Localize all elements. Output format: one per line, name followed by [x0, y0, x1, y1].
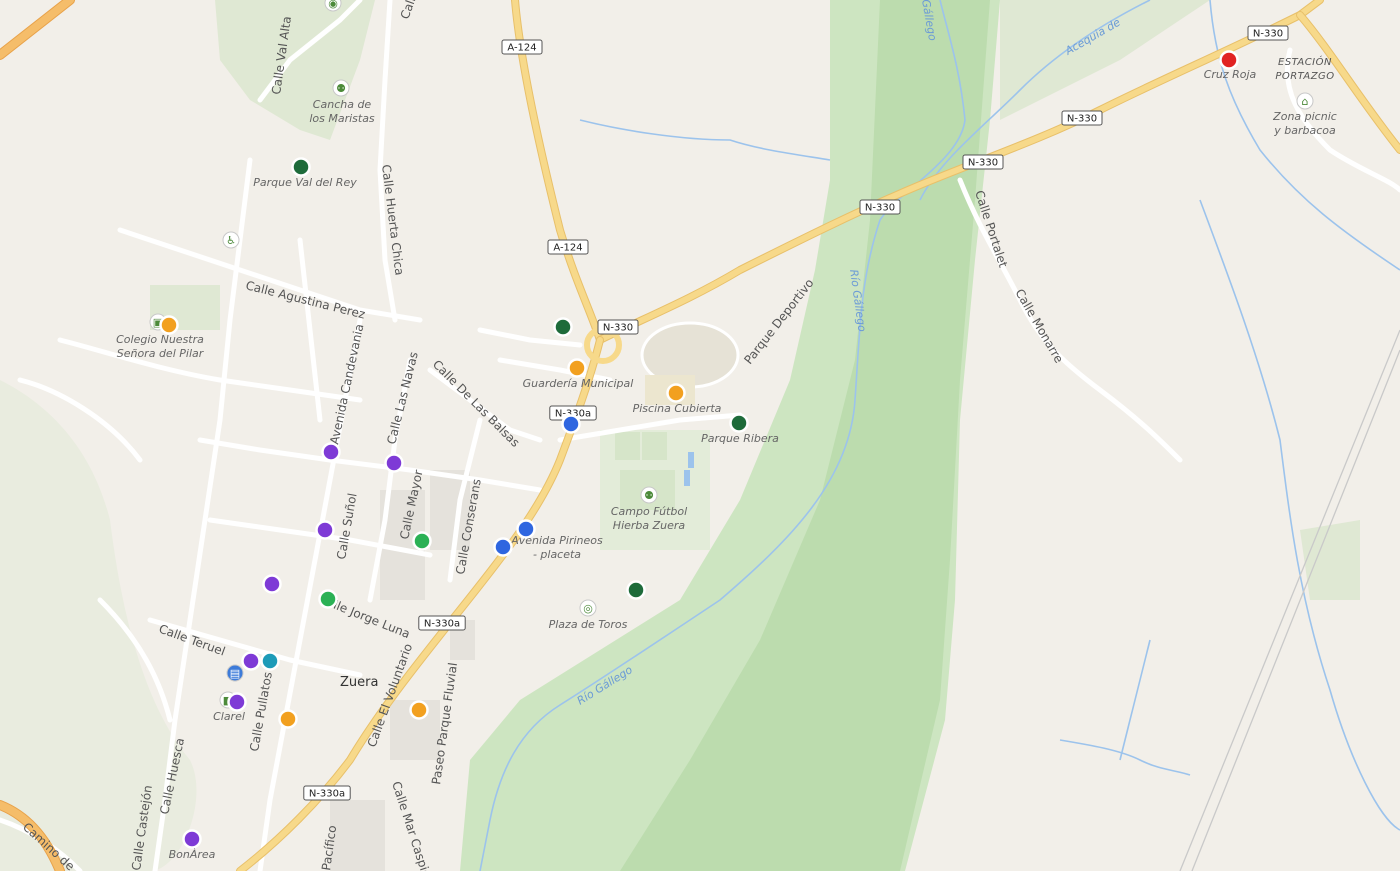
marker-park-toros[interactable] — [626, 580, 646, 600]
svg-text:⚉: ⚉ — [336, 82, 346, 95]
road-shield-n330a-2: N-330a — [418, 615, 466, 631]
svg-text:◎: ◎ — [583, 602, 593, 615]
poi-label-picnic[interactable]: Zona picnic y barbacoa — [1272, 110, 1337, 137]
poi-label-colegio[interactable]: Colegio Nuestra Señora del Pilar — [116, 333, 205, 360]
poi-label-cancha[interactable]: Cancha de los Maristas — [309, 98, 375, 125]
sports-icon[interactable]: ⚉ — [640, 486, 658, 504]
road-shield-n330-2: N-330 — [859, 199, 901, 215]
marker-transport-n330a[interactable] — [561, 414, 581, 434]
place-icon[interactable]: ◉ — [324, 0, 342, 12]
svg-text:▤: ▤ — [230, 667, 240, 680]
road-shield-n330-4: N-330 — [1061, 110, 1103, 126]
marker-leisure-mayor[interactable] — [412, 531, 432, 551]
picnic-icon[interactable]: ⌂ — [1296, 92, 1314, 110]
map-view[interactable]: A-124 A-124 N-330 N-330 N-330 N-330 N-330 N-330… — [0, 0, 1400, 871]
poi-label-cruz-roja[interactable]: Cruz Roja — [1204, 68, 1257, 81]
road-shield-label: N-330 — [865, 203, 895, 214]
road-shield-label: N-330 — [1253, 29, 1283, 40]
poi-label-val-del-rey[interactable]: Parque Val del Rey — [253, 176, 357, 189]
poi-label-piscina[interactable]: Piscina Cubierta — [633, 402, 722, 415]
poi-label-ribera[interactable]: Parque Ribera — [701, 432, 779, 445]
road-shield-n330a-3: N-330a — [303, 785, 351, 801]
marker-health-teruel-2[interactable] — [260, 651, 280, 671]
poi-label-toros[interactable]: Plaza de Toros — [549, 618, 628, 631]
bullring-icon[interactable]: ◎ — [579, 599, 597, 617]
poi-label-clarel[interactable]: Clarel — [213, 710, 245, 723]
svg-text:◉: ◉ — [328, 0, 338, 10]
marker-education-pullatos[interactable] — [278, 709, 298, 729]
svg-text:⚉: ⚉ — [644, 489, 654, 502]
marker-education-guarderia[interactable] — [567, 358, 587, 378]
town-label: Zuera — [340, 675, 378, 690]
marker-shop-bonarea[interactable] — [182, 829, 202, 849]
road-shield-a124-2: A-124 — [547, 239, 589, 255]
marker-park-val-del-rey[interactable] — [291, 157, 311, 177]
road-shield-label: A-124 — [553, 243, 582, 254]
marker-shop-teruel-1[interactable] — [241, 651, 261, 671]
poi-label-campo[interactable]: Campo Fútbol Hierba Zuera — [611, 505, 687, 532]
road-shield-label: N-330a — [309, 789, 345, 800]
marker-transport-pirineos-1[interactable] — [516, 519, 536, 539]
poi-label-guarderia[interactable]: Guardería Municipal — [523, 377, 634, 390]
marker-emergency-cruz-roja[interactable] — [1219, 50, 1239, 70]
marker-leisure-jorge-luna[interactable] — [318, 589, 338, 609]
road-shield-label: N-330 — [603, 323, 633, 334]
marker-education-colegio[interactable] — [159, 315, 179, 335]
marker-shop-sunol[interactable] — [315, 520, 335, 540]
pool-blue-1 — [688, 452, 694, 468]
marker-shop-candevania[interactable] — [321, 442, 341, 462]
field-south-east — [1300, 520, 1360, 600]
wheelchair-icon[interactable]: ♿ — [222, 231, 240, 249]
marker-shop-las-navas[interactable] — [384, 453, 404, 473]
svg-text:♿: ♿ — [226, 234, 236, 247]
sports-icon[interactable]: ⚉ — [332, 79, 350, 97]
road-shield-label: N-330a — [424, 619, 460, 630]
marker-shop-jorge-luna-shop[interactable] — [262, 574, 282, 594]
pitch-2 — [642, 432, 667, 460]
marker-education-piscina[interactable] — [666, 383, 686, 403]
marker-education-voluntario[interactable] — [409, 700, 429, 720]
marker-park-ribera[interactable] — [729, 413, 749, 433]
road-shield-n330-1: N-330 — [597, 319, 639, 335]
road-shield-n330-3: N-330 — [962, 154, 1004, 170]
road-shield-label: N-330 — [968, 158, 998, 169]
marker-shop-clarel[interactable] — [227, 692, 247, 712]
road-shield-a124-1: A-124 — [501, 39, 543, 55]
pool-blue-2 — [684, 470, 690, 486]
bus-stop-icon[interactable]: ▤ — [226, 664, 244, 682]
road-shield-label: N-330 — [1067, 114, 1097, 125]
road-shield-n330-5: N-330 — [1247, 25, 1289, 41]
pitch-1 — [615, 432, 640, 460]
marker-park-n330-junction[interactable] — [553, 317, 573, 337]
poi-label-bonarea[interactable]: BonÀrea — [169, 848, 216, 861]
svg-text:⌂: ⌂ — [1302, 95, 1309, 108]
road-shield-label: A-124 — [507, 43, 536, 54]
marker-transport-pirineos-2[interactable] — [493, 537, 513, 557]
map-canvas[interactable]: A-124 A-124 N-330 N-330 N-330 N-330 N-330 N-330… — [0, 0, 1400, 871]
